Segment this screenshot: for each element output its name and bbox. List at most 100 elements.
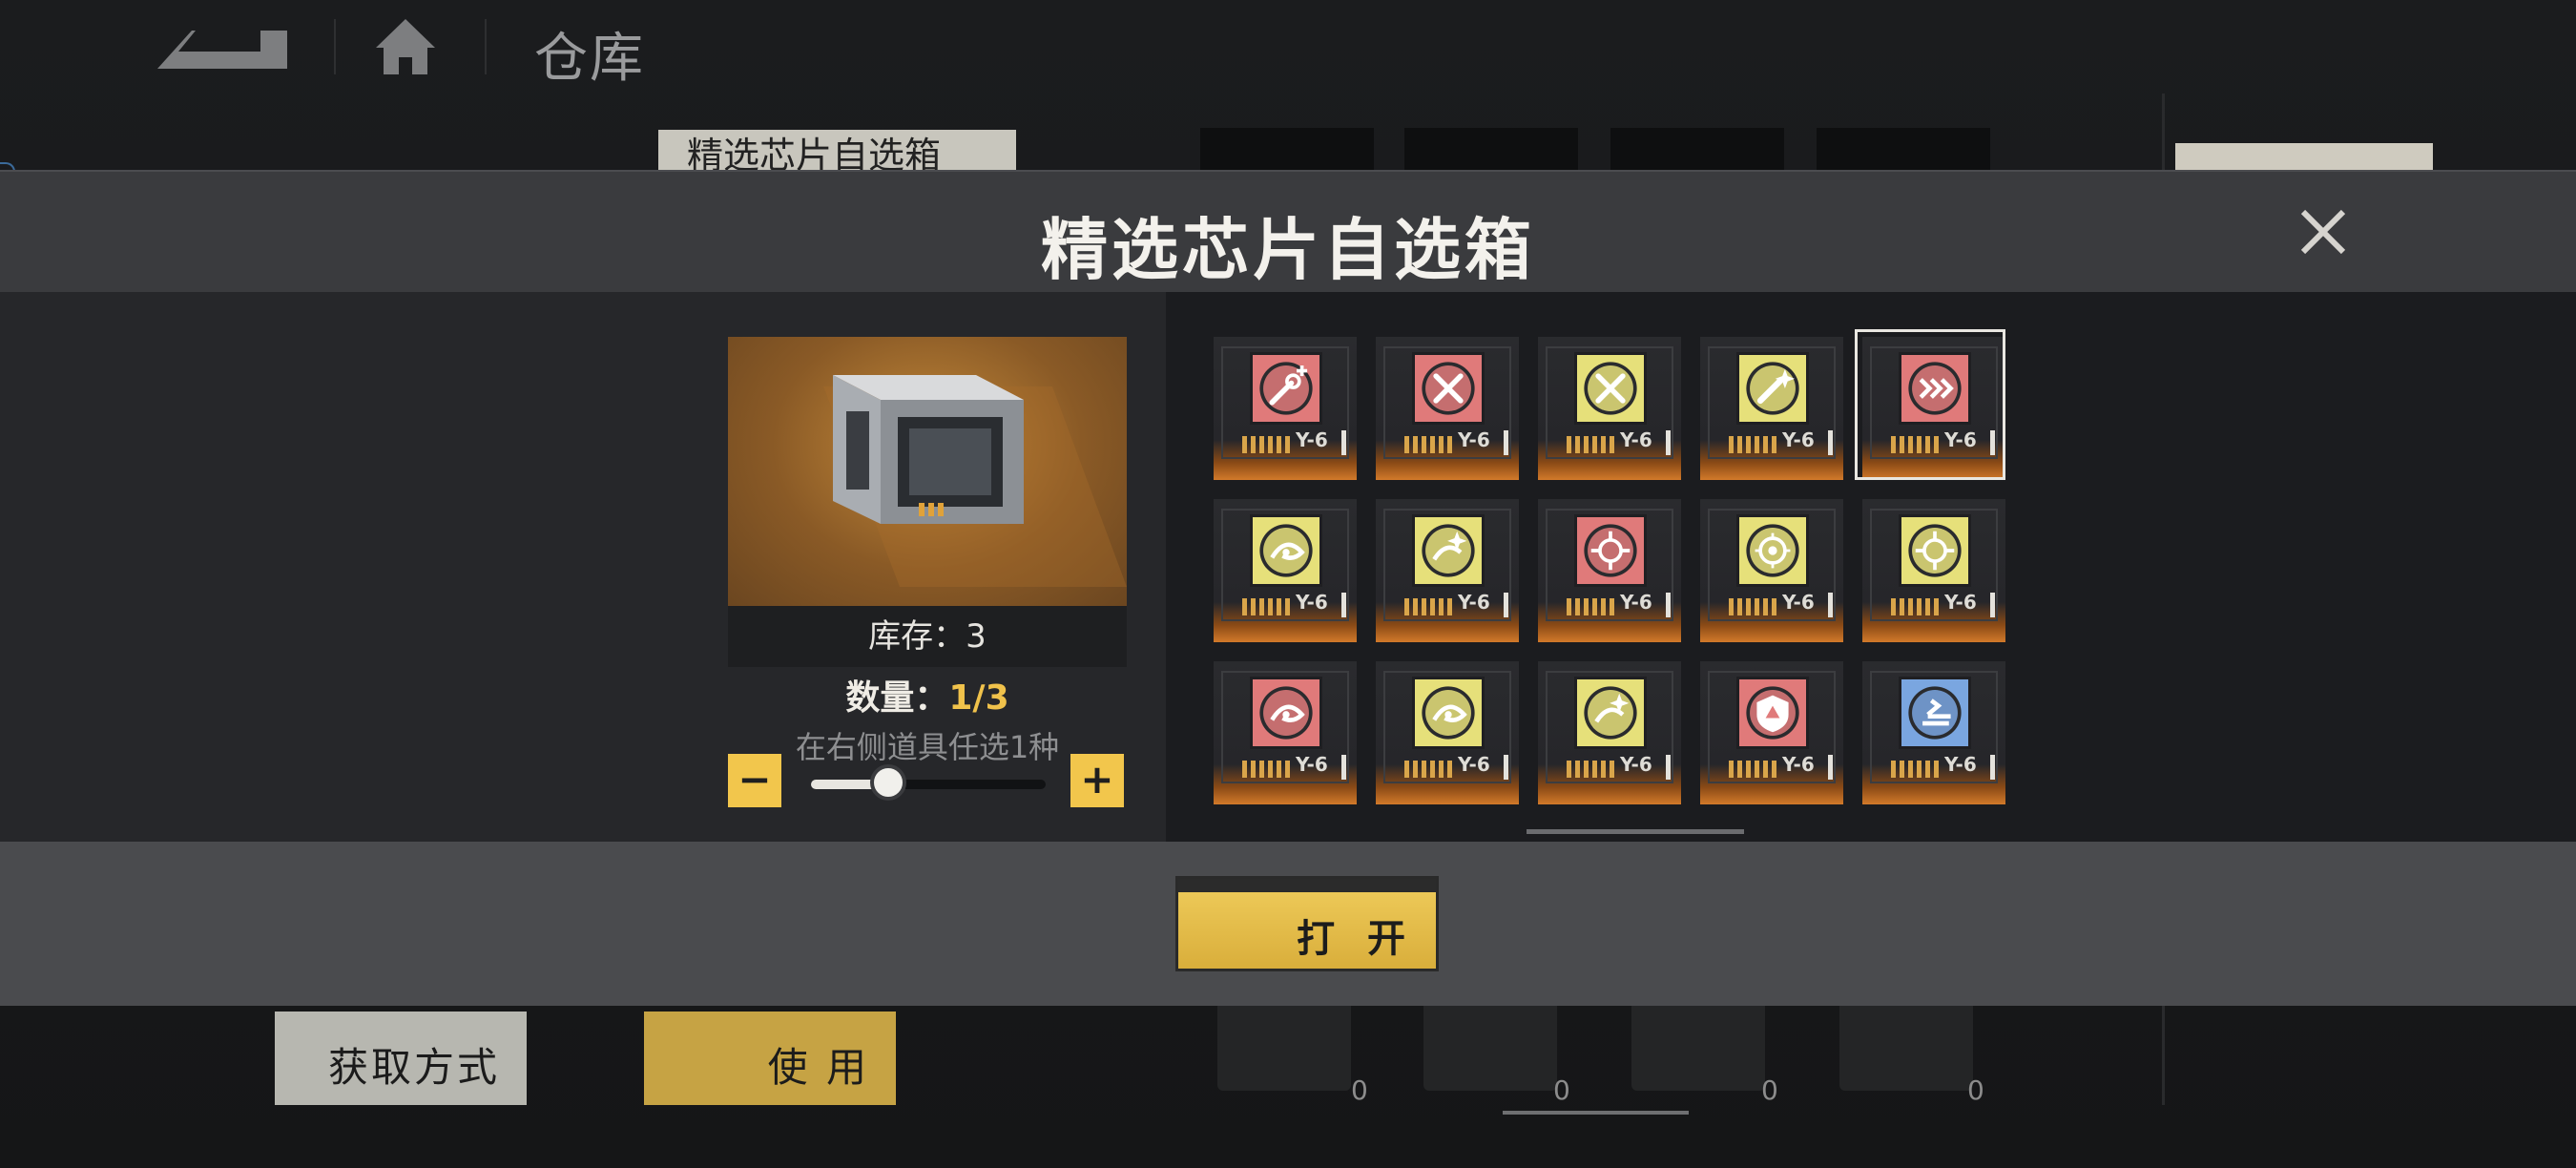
boost-icon: [1908, 686, 1962, 740]
chip-level-bars: [1404, 436, 1456, 453]
chip-tick: [1341, 430, 1346, 455]
chip-tick: [1990, 593, 1995, 617]
chip-code: Y-6: [1944, 753, 1977, 776]
chip-item[interactable]: Y-6: [1862, 661, 2005, 804]
background-count: 0: [1351, 1074, 1368, 1106]
selection-frame: [1855, 329, 2005, 480]
swirl-icon: [1259, 524, 1313, 577]
chip-level-bars: [1891, 761, 1942, 778]
close-icon[interactable]: [2290, 198, 2357, 265]
chip-code: Y-6: [1296, 428, 1328, 451]
plus-button[interactable]: +: [1070, 754, 1124, 807]
swirl-icon: [1422, 686, 1475, 740]
chip-item[interactable]: Y-6: [1538, 499, 1681, 642]
stock-label: 库存：3: [728, 606, 1127, 667]
chip-code: Y-6: [1458, 428, 1490, 451]
chip-code: Y-6: [1458, 753, 1490, 776]
chip-level-bars: [1242, 598, 1294, 615]
background-count: 0: [1761, 1074, 1778, 1106]
chip-tick: [1666, 430, 1671, 455]
background-cell: [1200, 128, 1374, 176]
quantity-line: 数量：1/3: [728, 670, 1127, 720]
chip-icon-frame: [1412, 514, 1485, 587]
background-chest: [1631, 1000, 1765, 1091]
swirl-icon: [1259, 686, 1313, 740]
crossed-tools-icon: [1422, 362, 1475, 415]
chip-icon-frame: [1899, 514, 1971, 587]
chip-icon-frame: [1574, 677, 1647, 749]
chip-grid-scrollbar[interactable]: [1527, 829, 1744, 834]
selection-hint: 在右侧道具任选1种: [795, 729, 1060, 765]
chip-item[interactable]: Y-6: [1538, 337, 1681, 480]
chip-item[interactable]: Y-6: [1376, 499, 1519, 642]
chip-item[interactable]: Y-6: [1700, 661, 1843, 804]
modal-footer: 打 开: [0, 842, 2576, 1006]
back-arrow-icon[interactable]: [157, 21, 291, 74]
swirl-spark-icon: [1584, 686, 1637, 740]
chip-item[interactable]: Y-6: [1376, 337, 1519, 480]
chip-level-bars: [1729, 436, 1780, 453]
modal-body: 库存：3 数量：1/3 在右侧道具任选1种 − + Y-6 Y-6 Y-6 Y-6 Y-…: [0, 292, 2576, 842]
chip-tick: [1504, 755, 1508, 780]
chip-icon-frame: [1736, 514, 1809, 587]
quantity-slider[interactable]: [811, 764, 1046, 801]
chip-icon-frame: [1736, 677, 1809, 749]
chip-icon-frame: [1250, 352, 1322, 425]
top-bar: 仓库: [0, 0, 2576, 95]
target-icon: [1746, 524, 1799, 577]
open-button[interactable]: 打 开: [1175, 876, 1439, 971]
chip-item[interactable]: Y-6: [1214, 499, 1357, 642]
chip-item[interactable]: Y-6: [1214, 661, 1357, 804]
minus-button[interactable]: −: [728, 754, 781, 807]
chip-item[interactable]: Y-6: [1376, 661, 1519, 804]
chip-icon-frame: [1574, 352, 1647, 425]
chip-code: Y-6: [1782, 753, 1815, 776]
home-icon[interactable]: [372, 13, 439, 80]
get-method-button[interactable]: 获取方式: [275, 1012, 527, 1105]
crosshair-icon: [1908, 524, 1962, 577]
chip-icon-frame: [1250, 514, 1322, 587]
chip-item[interactable]: Y-6: [1700, 337, 1843, 480]
chip-grid: Y-6 Y-6 Y-6 Y-6 Y-6 Y-6 Y-6 Y-6 Y-6 Y-6 Y-6 Y-6 Y-6 Y…: [1166, 292, 2576, 842]
crossed-tools-icon: [1584, 362, 1637, 415]
chip-tick: [1990, 755, 1995, 780]
open-button-label: 打 开: [1297, 917, 1415, 961]
chip-level-bars: [1567, 761, 1618, 778]
chip-tick: [1504, 593, 1508, 617]
chip-item[interactable]: Y-6: [1214, 337, 1357, 480]
chip-tick: [1828, 755, 1833, 780]
spark-bullet-icon: [1746, 362, 1799, 415]
background-cell: [1610, 128, 1784, 176]
chest-image: [728, 337, 1127, 606]
quantity-label: 数量：: [845, 678, 949, 718]
modal-title: 精选芯片自选箱: [1041, 211, 1535, 289]
chest-icon: [823, 375, 1127, 587]
chip-item[interactable]: Y-6: [1538, 661, 1681, 804]
chip-icon-frame: [1412, 677, 1485, 749]
chip-code: Y-6: [1296, 591, 1328, 614]
item-detail-panel: 库存：3 数量：1/3 在右侧道具任选1种 − +: [0, 292, 1166, 842]
chip-level-bars: [1242, 436, 1294, 453]
background-cell: [1404, 128, 1578, 176]
slider-thumb[interactable]: [870, 764, 907, 801]
use-button[interactable]: 使 用: [644, 1012, 896, 1105]
chip-tick: [1341, 755, 1346, 780]
chip-code: Y-6: [1782, 591, 1815, 614]
background-count: 0: [1553, 1074, 1570, 1106]
chip-code: Y-6: [1782, 428, 1815, 451]
wrench-plus-icon: [1259, 362, 1313, 415]
chip-item[interactable]: Y-6: [1862, 499, 2005, 642]
divider: [334, 19, 336, 74]
chip-code: Y-6: [1458, 591, 1490, 614]
modal-header: 精选芯片自选箱: [0, 170, 2576, 294]
swirl-spark-icon: [1422, 524, 1475, 577]
chip-level-bars: [1891, 598, 1942, 615]
chip-icon-frame: [1736, 352, 1809, 425]
chip-level-bars: [1404, 598, 1456, 615]
chip-item[interactable]: Y-6: [1700, 499, 1843, 642]
divider: [485, 19, 487, 74]
background-count: 0: [1967, 1074, 1984, 1106]
chip-level-bars: [1567, 598, 1618, 615]
shield-icon: [1746, 686, 1799, 740]
chip-item[interactable]: Y-6: [1855, 329, 2005, 480]
